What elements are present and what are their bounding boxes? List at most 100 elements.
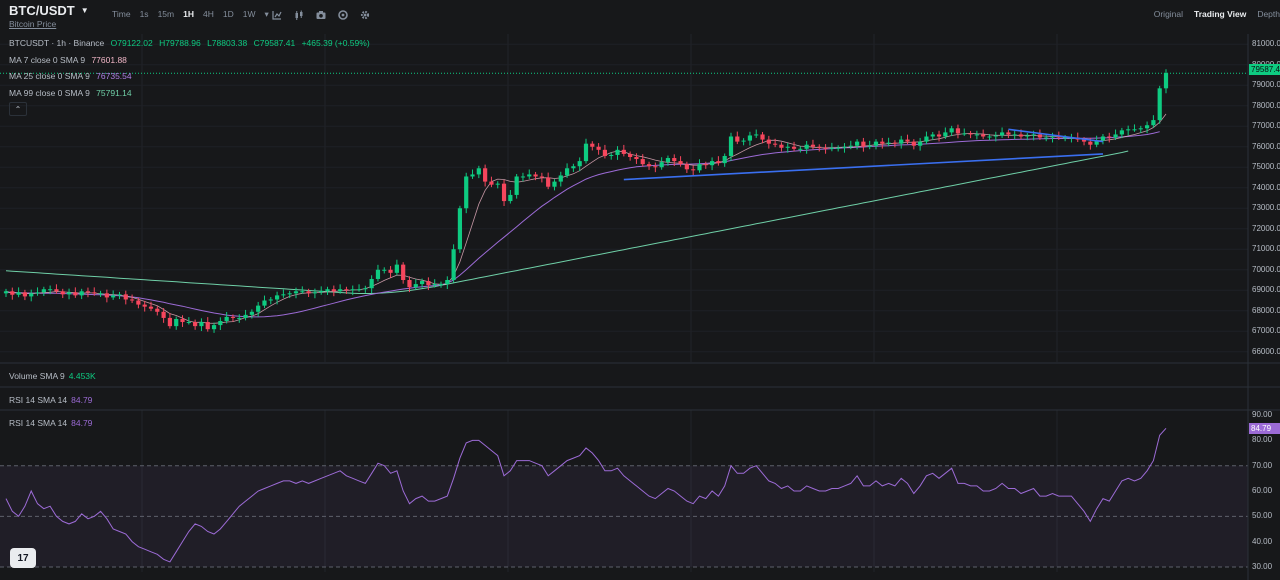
candle — [464, 172, 469, 214]
support-trendline — [623, 153, 1103, 181]
candle-body — [1163, 72, 1169, 89]
candle-body — [325, 289, 330, 292]
candle — [29, 289, 34, 302]
candle-body — [615, 149, 620, 155]
candle — [483, 164, 488, 187]
candle — [16, 287, 21, 298]
candle — [936, 130, 942, 142]
collapse-legend-button[interactable]: ⌃ — [9, 102, 27, 116]
candle-body — [438, 284, 444, 286]
candle — [779, 142, 784, 152]
candle-body — [451, 249, 456, 280]
candle-body — [483, 168, 488, 182]
candle-body — [155, 308, 160, 312]
ma99-value: 75791.14 — [96, 88, 132, 98]
rsi-axis-label: 90.00 — [1252, 410, 1273, 420]
candle — [1006, 129, 1011, 139]
candle — [167, 313, 173, 329]
candle-body — [577, 161, 582, 167]
candle — [10, 287, 15, 300]
candle — [193, 319, 198, 330]
volume-pane-label[interactable]: Volume SMA 9 4.453K — [9, 371, 96, 381]
candle — [949, 125, 954, 137]
candle — [325, 286, 330, 295]
candle-body — [16, 292, 21, 295]
ma25-legend[interactable]: MA 25 close 0 SMA 9 76735.54 — [9, 71, 132, 81]
candle-body — [35, 292, 40, 294]
high-value: H79788.96 — [159, 38, 201, 48]
ma99-legend[interactable]: MA 99 close 0 SMA 9 75791.14 — [9, 88, 132, 98]
candle-body — [836, 147, 841, 149]
candle-body — [1113, 134, 1118, 138]
candle-body — [1157, 88, 1162, 121]
candle — [1075, 132, 1080, 143]
candle-body — [48, 289, 53, 291]
candle-body — [1138, 128, 1143, 130]
candle-body — [514, 176, 519, 195]
volume-value: 4.453K — [68, 371, 96, 381]
candle-body — [293, 291, 299, 294]
price-axis-label: 70000.00 — [1252, 264, 1280, 274]
price-axis-label: 76000.00 — [1252, 141, 1280, 151]
price-axis-label: 68000.00 — [1252, 305, 1280, 315]
candle-body — [495, 183, 500, 185]
candle — [218, 317, 223, 331]
candle-body — [1100, 136, 1106, 141]
candle-body — [918, 141, 923, 146]
current-rsi-tag: 84.79 — [1249, 423, 1280, 434]
candle — [684, 161, 689, 173]
candle-body — [968, 133, 973, 135]
rsi-collapsed-label[interactable]: RSI 14 SMA 14 84.79 — [9, 395, 92, 405]
candle-body — [672, 158, 677, 162]
ma7-legend[interactable]: MA 7 close 0 SMA 9 77601.88 — [9, 55, 127, 65]
candle — [501, 179, 507, 206]
candle-body — [936, 134, 942, 137]
candle-body — [905, 139, 910, 142]
candle — [804, 141, 809, 154]
candle-body — [754, 134, 759, 136]
candle-body — [60, 291, 65, 295]
candle-body — [791, 146, 797, 149]
candle-body — [899, 139, 904, 144]
candle — [129, 294, 135, 303]
candle — [1132, 124, 1137, 132]
ohlc-legend: BTCUSDT · 1h · Binance O79122.02 H79788.… — [9, 38, 370, 48]
candle-body — [691, 169, 696, 171]
candle-body — [464, 176, 469, 209]
candle-body — [911, 141, 916, 146]
candle — [861, 137, 866, 152]
price-axis-label: 71000.00 — [1252, 244, 1280, 254]
candle — [22, 289, 28, 301]
candle-body — [766, 139, 771, 144]
candle-body — [974, 134, 979, 136]
candle — [678, 156, 683, 167]
close-value: C79587.41 — [253, 38, 296, 48]
candle-body — [54, 289, 59, 292]
candle-body — [1132, 129, 1137, 131]
candle — [1157, 85, 1162, 124]
candle-body — [1012, 134, 1017, 136]
candle-body — [571, 166, 576, 169]
candle — [930, 131, 935, 141]
candle-body — [665, 158, 671, 163]
candle-body — [628, 153, 633, 157]
candle-body — [798, 148, 803, 150]
candle — [394, 259, 399, 276]
candle-body — [256, 305, 261, 312]
candle-body — [1031, 134, 1036, 136]
candle — [155, 306, 160, 316]
chart-canvas[interactable] — [0, 0, 1280, 580]
candle-body — [394, 264, 399, 273]
rsi-pane-label[interactable]: RSI 14 SMA 14 84.79 — [9, 418, 92, 428]
candle-body — [880, 141, 885, 144]
ma7-value: 77601.88 — [91, 55, 127, 65]
candle-body — [79, 291, 84, 296]
candle-body — [382, 269, 387, 271]
candle-body — [85, 291, 91, 293]
candle-body — [287, 293, 292, 295]
tradingview-logo[interactable]: 17 — [10, 548, 36, 568]
candle — [577, 157, 582, 172]
price-axis-label: 79000.00 — [1252, 80, 1280, 90]
candle — [237, 314, 242, 323]
candle — [142, 300, 147, 312]
